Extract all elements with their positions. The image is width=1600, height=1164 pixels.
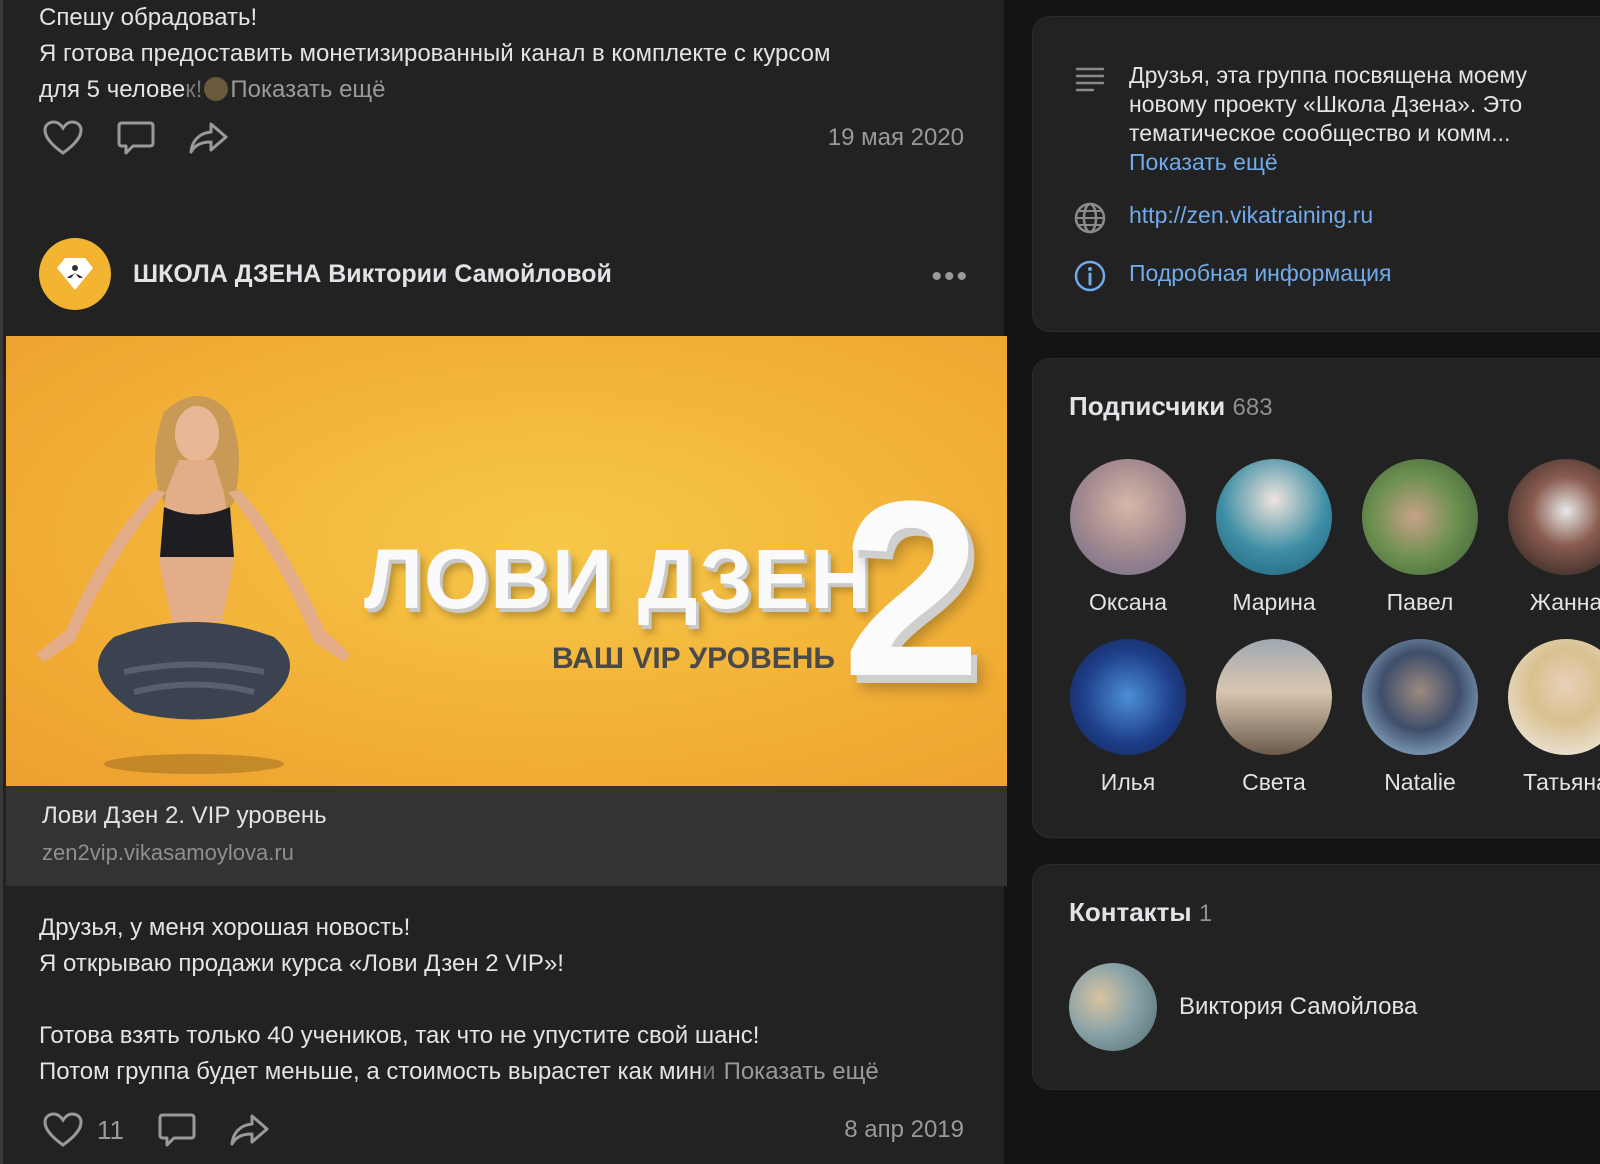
group-name[interactable]: ШКОЛА ДЗЕНА Виктории Самойловой: [133, 260, 612, 289]
subscribers-header[interactable]: Подписчики 683: [1069, 391, 1273, 422]
show-more-link[interactable]: Показать ещё: [724, 1058, 879, 1085]
diamond-logo-icon: [57, 258, 93, 290]
avatar: [1508, 459, 1600, 575]
post-text-line: Я готова предоставить монетизированный к…: [39, 40, 831, 67]
website-row: http://zen.vikatraining.ru: [1073, 201, 1589, 235]
avatar: [1362, 459, 1478, 575]
subscriber-name: Оксана: [1089, 589, 1167, 615]
post-actions: [43, 118, 263, 158]
subscriber-item[interactable]: Марина: [1215, 459, 1333, 616]
contacts-header[interactable]: Контакты 1: [1069, 897, 1212, 928]
comment-button[interactable]: [158, 1112, 196, 1148]
share-icon: [189, 122, 228, 154]
avatar: [1070, 459, 1186, 575]
subscriber-item[interactable]: Света: [1215, 639, 1333, 796]
description-icon: [1075, 67, 1105, 92]
link-title[interactable]: Лови Дзен 2. VIP уровень: [42, 802, 327, 830]
details-row: Подробная информация: [1073, 259, 1589, 293]
show-more-link[interactable]: Показать ещё: [1129, 149, 1278, 175]
heart-icon: [43, 120, 83, 155]
comment-icon: [117, 121, 155, 155]
subscriber-name: Павел: [1386, 589, 1454, 615]
like-button[interactable]: 11: [43, 1112, 124, 1148]
more-options-icon[interactable]: •••: [931, 260, 969, 294]
post-actions: 11: [43, 1110, 304, 1150]
subscriber-name: Марина: [1232, 589, 1316, 615]
post-text-line: Готова взять только 40 учеников, так что…: [39, 1022, 760, 1049]
subscriber-item[interactable]: Жанна: [1507, 459, 1600, 616]
show-more-link[interactable]: Показать ещё: [230, 76, 385, 103]
avatar: [1362, 639, 1478, 755]
post-header: ШКОЛА ДЗЕНА Виктории Самойловой •••: [39, 238, 969, 310]
emoji-icon: [204, 77, 229, 101]
contact-item[interactable]: Виктория Самойлова: [1069, 963, 1417, 1051]
share-button[interactable]: [189, 120, 229, 156]
post-text-line: Потом группа будет меньше, а стоимость в…: [39, 1054, 974, 1090]
avatar: [1069, 963, 1157, 1051]
yoga-woman-illustration: [36, 396, 350, 774]
comment-button[interactable]: [117, 120, 155, 156]
post-date[interactable]: 8 апр 2019: [844, 1116, 964, 1144]
subscriber-item[interactable]: Natalie: [1361, 639, 1479, 796]
heart-icon: [43, 1112, 83, 1147]
post-text-fragment: для 5 челове: [39, 76, 186, 103]
subscribers-title: Подписчики: [1069, 391, 1226, 421]
banner-number: 2: [842, 449, 982, 728]
banner-title: ЛОВИ ДЗЕН: [364, 532, 872, 626]
comment-icon: [158, 1113, 196, 1147]
description-text: Друзья, эта группа посвящена моему новом…: [1129, 62, 1528, 146]
description-row: Друзья, эта группа посвящена моему новом…: [1073, 61, 1589, 177]
share-button[interactable]: [230, 1112, 270, 1148]
avatar: [1508, 639, 1600, 755]
subscriber-name: Илья: [1100, 769, 1156, 795]
subscriber-name: Татьяна: [1523, 769, 1600, 795]
about-card: Друзья, эта группа посвящена моему новом…: [1032, 16, 1600, 332]
subscriber-item[interactable]: Илья: [1069, 639, 1187, 796]
link-snippet[interactable]: Лови Дзен 2. VIP уровень zen2vip.vikasam…: [6, 786, 1007, 886]
info-icon: [1074, 260, 1106, 292]
post-date[interactable]: 19 мая 2020: [828, 124, 964, 152]
feed-column: Спешу обрадовать! Я готова предоставить …: [0, 0, 1007, 1164]
banner-subtitle: ВАШ VIP УРОВЕНЬ: [552, 642, 835, 675]
post-text-line: Я открываю продажи курса «Лови Дзен 2 VI…: [39, 950, 564, 977]
previous-post-text: Спешу обрадовать! Я готова предоставить …: [39, 0, 969, 108]
post-text-line: Друзья, у меня хорошая новость!: [39, 914, 411, 941]
post-text-fragment: Потом группа будет меньше, а стоимость в…: [39, 1058, 703, 1085]
subscriber-name: Natalie: [1384, 769, 1456, 795]
post-banner-image[interactable]: ЛОВИ ДЗЕН ВАШ VIP УРОВЕНЬ 2: [6, 336, 1007, 786]
subscriber-item[interactable]: Татьяна: [1507, 639, 1600, 796]
like-button[interactable]: [43, 120, 83, 156]
group-description: Друзья, эта группа посвящена моему новом…: [1129, 61, 1589, 177]
post-text-faded: и: [702, 1058, 716, 1085]
avatar: [1216, 639, 1332, 755]
contacts-card: Контакты 1 Виктория Самойлова: [1032, 864, 1600, 1090]
post-text-spacer: [39, 982, 974, 1018]
link-url[interactable]: zen2vip.vikasamoylova.ru: [42, 840, 294, 866]
subscribers-count: 683: [1232, 394, 1273, 421]
contacts-title: Контакты: [1069, 897, 1192, 927]
post-text-line: для 5 человек! Показать ещё: [39, 72, 969, 108]
contact-name[interactable]: Виктория Самойлова: [1179, 993, 1417, 1021]
like-count: 11: [97, 1114, 124, 1145]
subscriber-item[interactable]: Павел: [1361, 459, 1479, 616]
post-text: Друзья, у меня хорошая новость! Я открыв…: [39, 910, 974, 1090]
contacts-count: 1: [1198, 900, 1213, 927]
avatar: [1216, 459, 1332, 575]
subscriber-name: Жанна: [1529, 589, 1600, 615]
subscriber-name: Света: [1242, 769, 1306, 795]
globe-icon: [1074, 202, 1106, 234]
subscriber-item[interactable]: Оксана: [1069, 459, 1187, 616]
website-link[interactable]: http://zen.vikatraining.ru: [1129, 201, 1589, 230]
group-avatar[interactable]: [39, 238, 111, 310]
post-text-line: Спешу обрадовать!: [39, 4, 258, 31]
details-link[interactable]: Подробная информация: [1129, 259, 1589, 288]
avatar: [1070, 639, 1186, 755]
subscribers-card: Подписчики 683 Оксана Марина Павел Жанна…: [1032, 358, 1600, 838]
share-icon: [230, 1114, 269, 1146]
post-text-faded: к!: [185, 76, 203, 103]
